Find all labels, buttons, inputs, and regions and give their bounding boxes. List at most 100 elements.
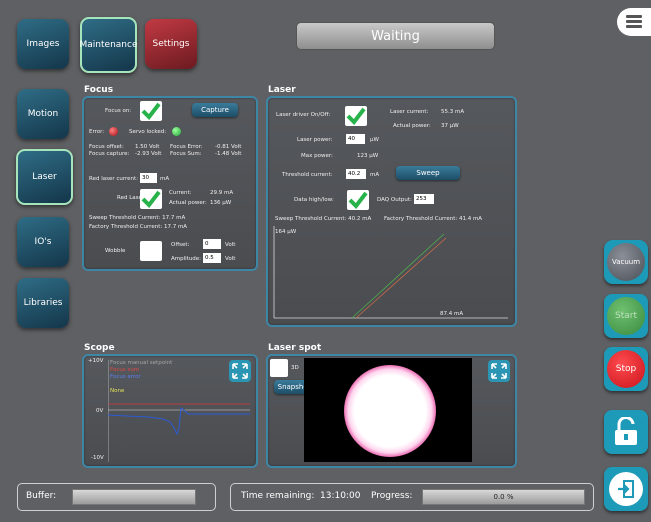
- laser-current-label: Laser current:: [390, 109, 429, 115]
- menu-button[interactable]: [617, 8, 651, 36]
- check-icon: [141, 190, 161, 208]
- scope-panel: +10V 0V -10V Focus manual setpoint Focus…: [82, 354, 258, 468]
- focus-sum-value: -1.48 Volt: [215, 151, 242, 157]
- focus-panel: Focus on: Capture Error: Servo locked: F…: [82, 96, 258, 271]
- unlock-button[interactable]: [604, 410, 648, 454]
- exit-icon-bg: [609, 472, 643, 506]
- max-power-label: Max power:: [301, 153, 333, 159]
- start-button[interactable]: Start: [604, 294, 648, 338]
- focus-capture-value: -2.93 Volt: [135, 151, 162, 157]
- nav-settings-button[interactable]: Settings: [145, 19, 197, 69]
- sweep-button[interactable]: Sweep: [396, 166, 460, 180]
- buffer-box: Buffer:: [17, 483, 216, 511]
- nav-maintenance-button[interactable]: Maintenance: [80, 17, 137, 73]
- max-power-value: 123 µW: [357, 153, 379, 159]
- daq-output-input[interactable]: 253: [414, 194, 434, 204]
- laser-power-unit: µW: [370, 137, 379, 143]
- laser-spot-title: Laser spot: [268, 343, 322, 353]
- focus-error-label: Focus Error:: [170, 144, 203, 150]
- current-label: Current:: [169, 190, 192, 196]
- progress-bar: 0.0 %: [422, 489, 585, 505]
- red-laser-checkbox[interactable]: [140, 189, 162, 209]
- data-high-low-checkbox[interactable]: [347, 190, 369, 210]
- chart-y-max-label: 164 µW: [275, 229, 297, 235]
- scope-title: Scope: [84, 343, 115, 353]
- nav-ios-button[interactable]: IO's: [17, 217, 69, 267]
- 3d-label: 3D: [291, 365, 299, 371]
- focus-capture-label: Focus capture:: [89, 151, 130, 157]
- laser-sweep-threshold-text: Sweep Threshold Current: 40.2 mA: [275, 216, 372, 222]
- servo-locked-led: [172, 127, 181, 136]
- status-display: Waiting: [296, 22, 495, 50]
- progress-value: 0.0 %: [493, 493, 514, 501]
- laser-sweep-chart: [273, 226, 508, 319]
- check-icon: [141, 102, 161, 120]
- nav-ios-label: IO's: [34, 237, 52, 247]
- nav-motion-button[interactable]: Motion: [17, 89, 69, 139]
- focus-title: Focus: [84, 85, 114, 95]
- laser-driver-label: Laser driver On/Off:: [276, 112, 331, 118]
- expand-icon: [232, 363, 248, 379]
- progress-label: Progress:: [371, 491, 413, 501]
- laser-driver-checkbox[interactable]: [345, 106, 367, 126]
- buffer-label: Buffer:: [26, 491, 57, 501]
- vacuum-button[interactable]: Vacuum: [604, 240, 648, 284]
- laser-factory-threshold-text: Factory Threshold Current: 41.4 mA: [384, 216, 483, 222]
- wobble-checkbox[interactable]: [140, 241, 162, 261]
- laser-actual-power-value: 37 µW: [441, 123, 459, 129]
- sweep-threshold-text: Sweep Threshold Current: 17.7 mA: [89, 215, 186, 221]
- nav-libraries-button[interactable]: Libraries: [17, 278, 69, 328]
- unlock-icon: [615, 417, 637, 445]
- exit-icon: [618, 480, 634, 498]
- daq-output-label: DAQ Output:: [377, 197, 412, 203]
- red-laser-current-unit: mA: [160, 176, 170, 182]
- laser-power-input[interactable]: 40: [346, 134, 365, 144]
- progress-box: Time remaining: 13:10:00 Progress: 0.0 %: [230, 483, 594, 511]
- chart-x-max-label: 87.4 mA: [440, 311, 464, 317]
- laser-spot-expand-button[interactable]: [488, 360, 510, 382]
- amplitude-input[interactable]: 0.5: [203, 253, 221, 263]
- amplitude-label: Amplitude:: [171, 256, 202, 262]
- offset-label: Offset:: [171, 242, 190, 248]
- threshold-current-unit: mA: [370, 172, 380, 178]
- scope-expand-button[interactable]: [229, 360, 251, 382]
- error-led: [109, 127, 118, 136]
- check-icon: [346, 107, 366, 125]
- actual-power-value: 136 µW: [210, 200, 232, 206]
- servo-locked-label: Servo locked:: [129, 129, 167, 135]
- check-icon: [348, 191, 368, 209]
- nav-laser-button[interactable]: Laser: [16, 149, 73, 205]
- laser-current-value: 55.3 mA: [441, 109, 465, 115]
- nav-images-button[interactable]: Images: [17, 19, 69, 69]
- focus-error-value: -0.81 Volt: [215, 144, 242, 150]
- capture-button[interactable]: Capture: [192, 103, 238, 117]
- scope-y-bot-label: -10V: [91, 455, 104, 461]
- red-laser-current-input[interactable]: 30: [140, 173, 157, 183]
- laser-spot-image: [304, 358, 472, 462]
- red-laser-current-label: Red laser current:: [89, 176, 139, 182]
- scope-legend-3: None: [110, 388, 125, 394]
- exit-button[interactable]: [604, 467, 648, 511]
- laser-spot-blob: [344, 365, 436, 457]
- 3d-checkbox[interactable]: [270, 359, 288, 377]
- focus-offset-value: 1.50 Volt: [135, 144, 160, 150]
- stop-button[interactable]: Stop: [604, 347, 648, 391]
- start-knob: Start: [607, 297, 645, 335]
- sweep-curve-green: [351, 233, 445, 319]
- threshold-current-input[interactable]: 40.2: [346, 169, 366, 179]
- nav-maintenance-label: Maintenance: [79, 40, 138, 50]
- laser-panel: Laser driver On/Off: Laser current: 55.3…: [266, 96, 517, 327]
- expand-icon: [491, 363, 507, 379]
- focus-on-checkbox[interactable]: [140, 101, 162, 121]
- amplitude-unit: Volt: [225, 256, 236, 262]
- scope-y-top-label: +10V: [88, 358, 104, 364]
- scope-trace-blue: [108, 407, 250, 436]
- error-label: Error:: [89, 129, 105, 135]
- offset-input[interactable]: 0: [203, 239, 221, 249]
- nav-libraries-label: Libraries: [23, 298, 63, 308]
- laser-power-label: Laser power:: [297, 137, 333, 143]
- laser-spot-panel: 3D Snapshot: [266, 354, 517, 468]
- sweep-curve-red: [355, 237, 447, 319]
- menu-icon-bar: [626, 25, 642, 28]
- menu-icon-bar: [626, 20, 642, 23]
